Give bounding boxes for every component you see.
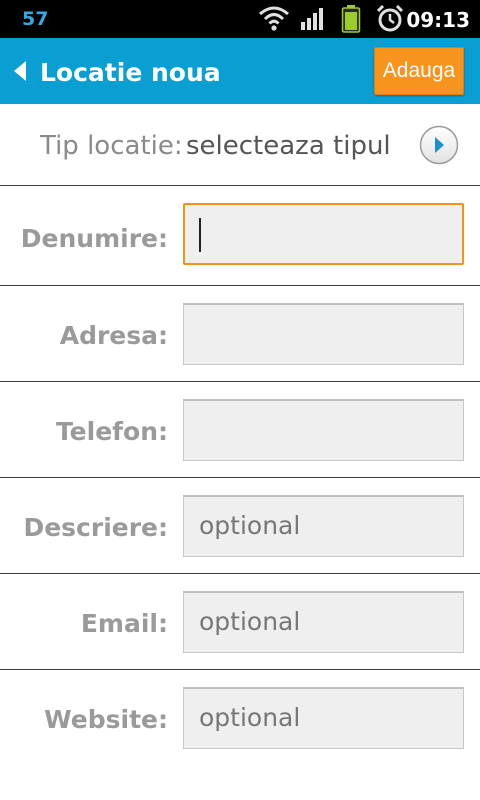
location-type-row[interactable]: Tip locatie: selecteaza tipul bbox=[0, 104, 480, 186]
alarm-icon bbox=[376, 4, 404, 38]
location-type-label: Tip locatie: bbox=[40, 131, 183, 161]
page-title[interactable]: Locatie noua bbox=[40, 58, 221, 87]
field-row-email: Email: optional bbox=[0, 574, 480, 670]
address-label: Adresa: bbox=[59, 321, 168, 350]
website-input[interactable]: optional bbox=[183, 687, 464, 749]
phone-input[interactable] bbox=[183, 399, 464, 461]
name-input[interactable] bbox=[183, 203, 464, 265]
status-bar: 57 09:13 bbox=[0, 0, 480, 38]
description-input[interactable]: optional bbox=[183, 495, 464, 557]
add-button[interactable]: Adauga bbox=[374, 47, 464, 95]
field-row-address: Adresa: bbox=[0, 286, 480, 382]
email-label: Email: bbox=[80, 609, 168, 638]
chevron-right-circle-icon[interactable] bbox=[419, 125, 459, 170]
field-row-name: Denumire: bbox=[0, 186, 480, 286]
field-row-description: Descriere: optional bbox=[0, 478, 480, 574]
field-row-phone: Telefon: bbox=[0, 382, 480, 478]
email-input[interactable]: optional bbox=[183, 591, 464, 653]
location-type-value[interactable]: selecteaza tipul bbox=[186, 131, 391, 161]
field-row-website: Website: optional bbox=[0, 670, 480, 770]
text-cursor bbox=[199, 218, 201, 252]
name-label: Denumire: bbox=[20, 224, 168, 253]
description-label: Descriere: bbox=[23, 513, 168, 542]
notification-count: 57 bbox=[22, 8, 49, 30]
website-label: Website: bbox=[44, 705, 168, 734]
wifi-icon bbox=[258, 5, 290, 36]
back-arrow-icon[interactable] bbox=[12, 60, 28, 87]
signal-icon bbox=[300, 7, 326, 36]
action-bar: Locatie noua Adauga bbox=[0, 38, 480, 104]
address-input[interactable] bbox=[183, 303, 464, 365]
phone-label: Telefon: bbox=[55, 417, 168, 446]
battery-icon bbox=[341, 5, 361, 38]
clock: 09:13 bbox=[406, 8, 470, 32]
